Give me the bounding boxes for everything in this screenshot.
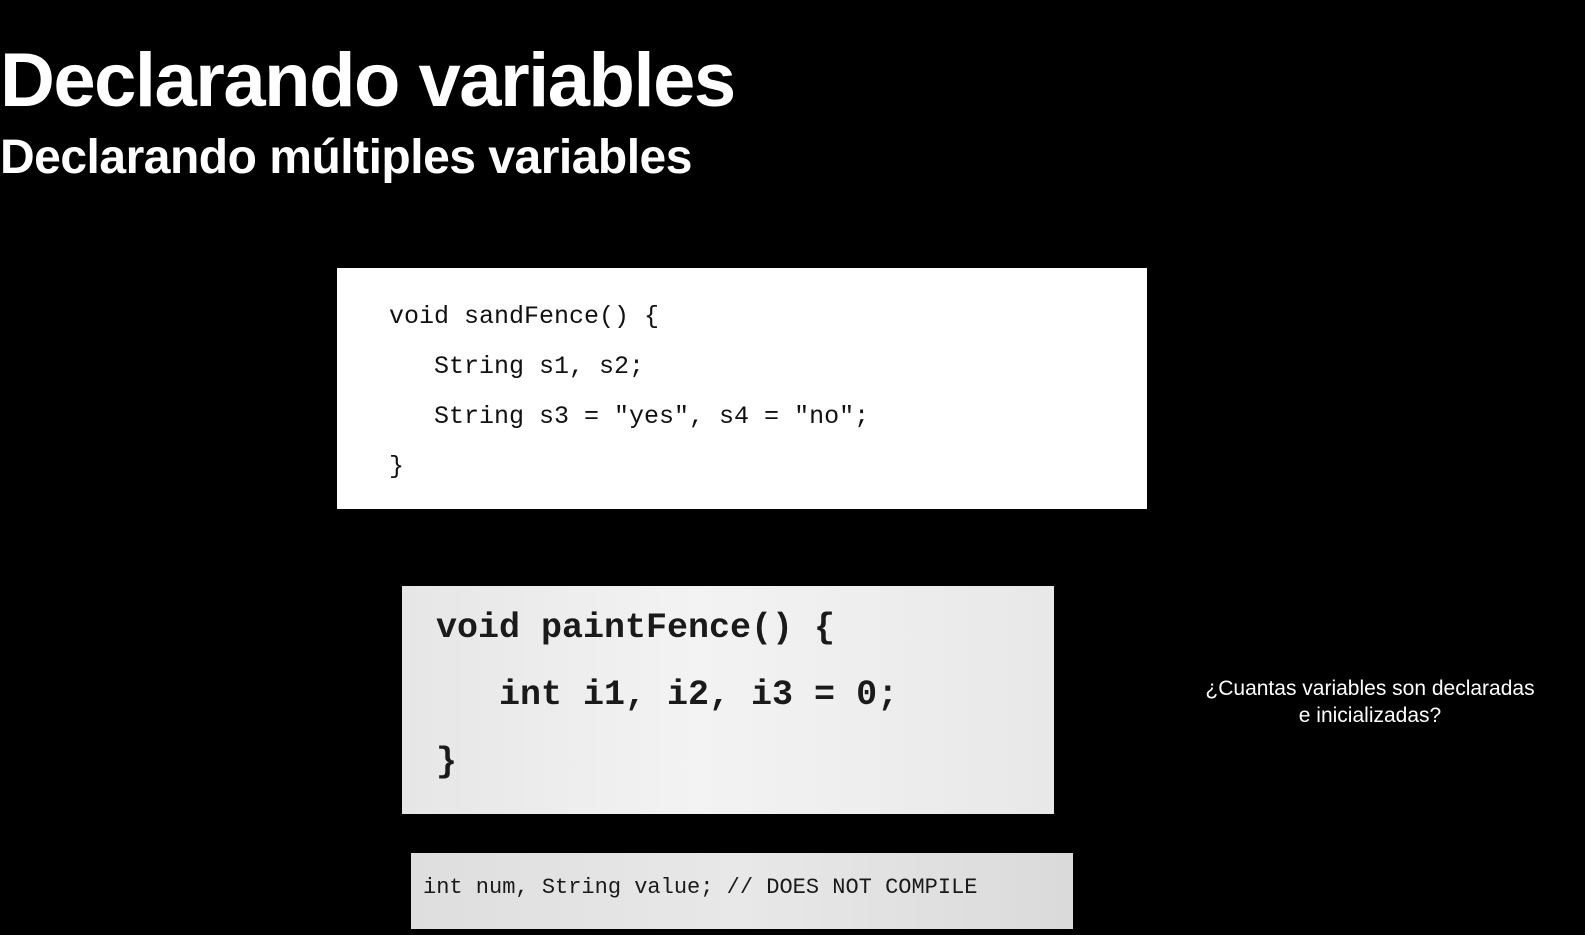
code-block-sandfence: void sandFence() { String s1, s2; String… bbox=[337, 268, 1147, 509]
code-block-does-not-compile: int num, String value; // DOES NOT COMPI… bbox=[411, 853, 1073, 929]
code-line: String s3 = "yes", s4 = "no"; bbox=[389, 402, 870, 431]
slide-title: Declarando variables bbox=[0, 38, 736, 123]
slide-subtitle: Declarando múltiples variables bbox=[0, 131, 692, 184]
code-line: void sandFence() { bbox=[389, 302, 660, 331]
code-line: void paintFence() { bbox=[436, 608, 836, 648]
question-text: ¿Cuantas variables son declaradas e inic… bbox=[1180, 675, 1560, 729]
code-line: int i1, i2, i3 = 0; bbox=[436, 675, 899, 715]
code-line: } bbox=[389, 452, 405, 481]
question-line: ¿Cuantas variables son declaradas bbox=[1205, 677, 1535, 700]
code-line: } bbox=[436, 742, 458, 782]
code-line: String s1, s2; bbox=[389, 352, 645, 381]
code-block-paintfence: void paintFence() { int i1, i2, i3 = 0; … bbox=[402, 586, 1054, 814]
question-line: e inicializadas? bbox=[1298, 704, 1442, 727]
code-line: int num, String value; // DOES NOT COMPI… bbox=[423, 875, 978, 900]
